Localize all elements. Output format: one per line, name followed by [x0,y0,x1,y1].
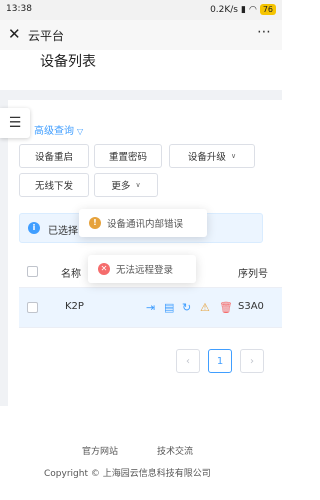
signal-icon: ▮ [241,4,246,15]
refresh-icon[interactable]: ↻ [182,302,191,314]
row-checkbox[interactable] [27,302,38,313]
warning-icon[interactable]: ⚠ [200,302,210,314]
upgrade-dropdown-button[interactable]: 设备升级 ∨ [169,144,255,168]
official-site-link[interactable]: 官方网站 [82,444,118,457]
chevron-down-icon: ∨ [230,152,237,160]
info-icon: i [28,222,40,234]
wireless-push-button-label: 无线下发 [34,181,73,192]
warning-icon: ! [89,217,101,229]
device-serial: S3A0 [238,301,264,312]
status-time: 13:38 [6,4,32,14]
top-nav-bar: ✕ 云平台 ⋯ [0,20,282,50]
page-1-button[interactable]: 1 [208,349,232,373]
reboot-button[interactable]: 设备重启 [19,144,89,168]
advanced-search-toggle[interactable]: 高级查询 ▽ [34,122,83,137]
select-all-checkbox[interactable] [27,266,38,277]
advanced-search-label: 高级查询 [34,126,74,137]
reboot-button-label: 设备重启 [34,152,73,163]
delete-icon[interactable]: 🗑 [219,302,233,314]
menu-toggle-button[interactable]: ☰ [0,108,30,138]
more-dropdown-button[interactable]: 更多 ∨ [94,173,158,197]
status-bar: 13:38 0.2K/s ▮ ◠ 76 [0,0,282,20]
chevron-left-icon: ‹ [186,355,190,367]
chevron-right-icon: › [250,355,254,367]
wifi-icon: ◠ [248,4,257,15]
column-header-name: 名称 [61,269,81,280]
tech-support-link[interactable]: 技术交流 [157,444,193,457]
app-title: 云平台 [28,29,65,43]
battery-badge: 76 [259,4,276,15]
network-speed: 0.2K/s [210,4,238,15]
page-title: 设备列表 [40,54,96,70]
more-dots-icon[interactable]: ⋯ [257,24,272,40]
reset-password-button[interactable]: 重置密码 [94,144,162,168]
error-icon: ✕ [98,263,110,275]
status-indicators: 0.2K/s ▮ ◠ 76 [210,4,276,15]
chevron-down-icon: ∨ [135,181,141,189]
reset-password-button-label: 重置密码 [108,152,147,163]
next-page-button[interactable]: › [240,349,264,373]
hamburger-icon: ☰ [8,115,22,131]
chevron-down-icon: ▽ [77,127,84,136]
error-toast-text: 无法远程登录 [116,265,174,276]
copyright-text: Copyright © 上海园云信息科技有限公司 [44,469,211,479]
column-header-serial: 序列号 [238,269,268,280]
wireless-push-button[interactable]: 无线下发 [19,173,89,197]
document-icon[interactable]: ▤ [164,302,174,314]
current-page-number: 1 [216,355,224,367]
prev-page-button[interactable]: ‹ [176,349,200,373]
error-toast: ✕ 无法远程登录 [88,255,196,283]
remote-login-icon[interactable]: ⇥ [146,302,155,314]
warning-toast-text: 设备通讯内部错误 [107,219,184,230]
warning-toast: ! 设备通讯内部错误 [79,209,207,237]
device-name: K2P [65,301,84,312]
table-row[interactable]: K2P ⇥ ▤ ↻ ⚠ 🗑 S3A0 [19,288,282,328]
selection-alert-text: 已选择 [48,226,78,237]
more-button-label: 更多 [111,181,131,192]
footer [0,406,282,500]
upgrade-button-label: 设备升级 [187,152,226,163]
close-icon[interactable]: ✕ [8,26,21,43]
